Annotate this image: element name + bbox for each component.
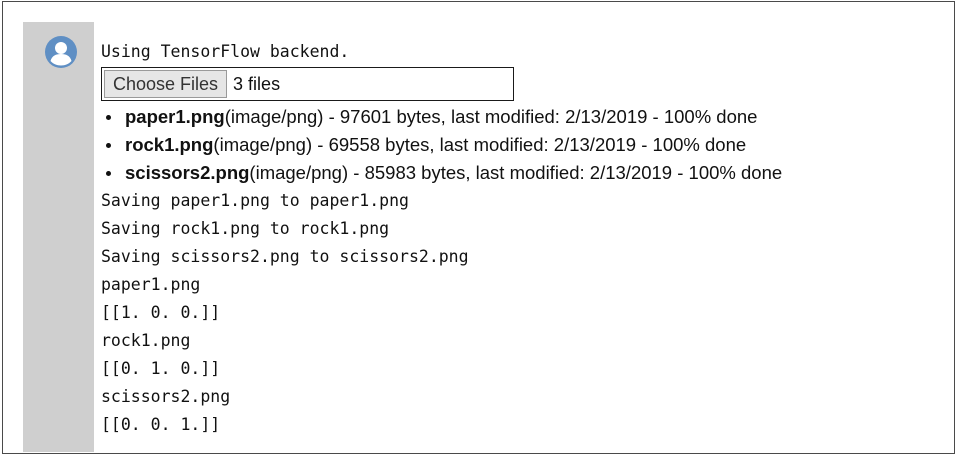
- log-line: scissors2.png: [101, 387, 231, 406]
- log-line: paper1.png: [101, 275, 201, 294]
- log-line: Saving paper1.png to paper1.png: [101, 191, 409, 210]
- list-item: rock1.png (image/png) - 69558 bytes, las…: [101, 131, 949, 159]
- file-name: paper1.png: [125, 106, 225, 127]
- list-item: paper1.png (image/png) - 97601 bytes, la…: [101, 103, 949, 131]
- log-line: Saving rock1.png to rock1.png: [101, 219, 390, 238]
- log-line: [[0. 0. 1.]]: [101, 415, 221, 434]
- cell-output: Using TensorFlow backend. Choose Files 3…: [101, 38, 949, 439]
- file-name: scissors2.png: [125, 162, 250, 183]
- output-log: Saving paper1.png to paper1.png Saving r…: [101, 187, 949, 439]
- bullet-icon: [106, 142, 111, 148]
- log-line: rock1.png: [101, 331, 191, 350]
- uploaded-file-list: paper1.png (image/png) - 97601 bytes, la…: [101, 103, 949, 187]
- file-details: (image/png) - 97601 bytes, last modified…: [224, 106, 758, 127]
- backend-message: Using TensorFlow backend.: [101, 42, 350, 61]
- bullet-icon: [106, 114, 111, 120]
- log-line: [[1. 0. 0.]]: [101, 303, 221, 322]
- file-name: rock1.png: [125, 134, 214, 155]
- file-upload-widget[interactable]: Choose Files 3 files: [101, 67, 514, 101]
- log-line: [[0. 1. 0.]]: [101, 359, 221, 378]
- list-item: scissors2.png (image/png) - 85983 bytes,…: [101, 159, 949, 187]
- file-details: (image/png) - 69558 bytes, last modified…: [213, 134, 747, 155]
- log-line: Saving scissors2.png to scissors2.png: [101, 247, 469, 266]
- bullet-icon: [106, 170, 111, 176]
- output-gutter: [23, 22, 94, 452]
- file-details: (image/png) - 85983 bytes, last modified…: [249, 162, 783, 183]
- choose-files-button[interactable]: Choose Files: [104, 70, 228, 98]
- selected-file-count: 3 files: [233, 73, 281, 94]
- user-avatar-icon: [45, 36, 77, 68]
